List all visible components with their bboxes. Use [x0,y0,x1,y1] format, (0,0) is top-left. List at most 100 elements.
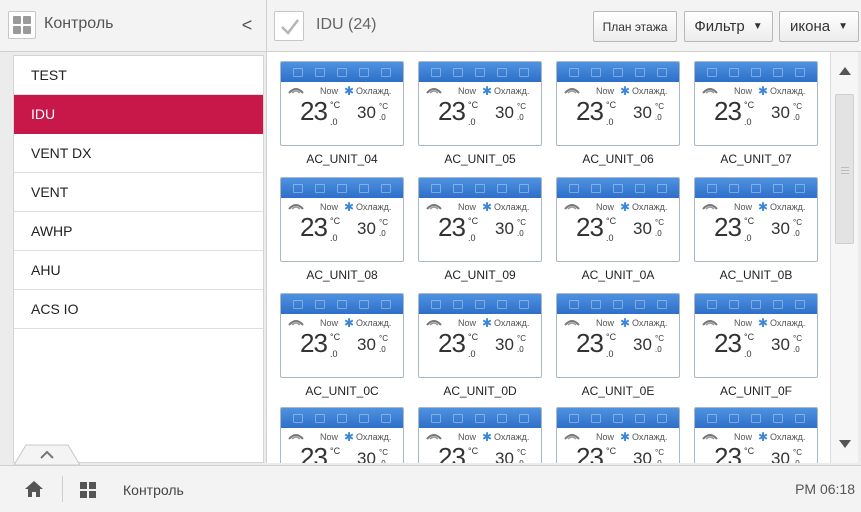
filter-label: Фильтр [694,18,745,35]
snowflake-icon: ✱ [758,430,769,444]
current-temp: 23 [300,328,328,358]
chevron-down-icon: ▼ [838,21,848,32]
now-label: Now [320,86,339,96]
unit-card[interactable]: Now ✱ Охлажд. 23 °C .0 30 °C .0 AC_UNIT_0A [556,177,680,282]
sidebar-item[interactable]: AHU [14,251,263,290]
scrollbar[interactable] [830,52,858,463]
unit-card[interactable]: Now✱Охлажд.23°C.030°C.0 [694,407,818,463]
sidebar-item[interactable]: ACS IO [14,290,263,329]
unit-panel[interactable]: Now✱Охлажд.23°C.030°C.0 [418,293,542,378]
current-temp: 23 [714,212,742,242]
grip-line [841,173,849,174]
home-icon[interactable] [24,480,44,498]
now-label: Now [458,86,477,96]
fan-icon [702,204,718,210]
unit-card[interactable]: Now ✱ Охлажд. 23 °C .0 30 °C .0 AC_UNIT_07 [694,61,818,166]
floor-plan-button[interactable]: План этажа [593,11,677,42]
snowflake-icon: ✱ [344,200,355,214]
unit-card[interactable]: Now ✱ Охлажд. 23 °C .0 30 °C .0 AC_UNIT_0B [694,177,818,282]
set-temp-unit: °C [379,102,388,111]
breadcrumb: Контроль [123,482,184,498]
unit-status-icons [281,408,403,428]
current-temp: 23 [438,442,466,463]
unit-panel[interactable]: Now✱Охлажд.23°C.030°C.0 [418,177,542,262]
unit-panel[interactable]: Now✱Охлажд.23°C.030°C.0 [556,61,680,146]
view-mode-dropdown[interactable]: икона ▼ [779,11,859,42]
fan-icon [564,320,580,326]
set-temp-unit: °C [793,334,802,343]
snowflake-icon: ✱ [482,200,493,214]
unit-card[interactable]: Now ✱ Охлажд. 23 °C .0 30 °C .0 AC_UNIT_08 [280,177,404,282]
unit-card[interactable]: Now ✱ Охлажд. 23 °C .0 30 °C .0 AC_UNIT_06 [556,61,680,166]
unit-card[interactable]: Now✱Охлажд.23°C.030°C.0 [280,407,404,463]
unit-panel[interactable]: Now✱Охлажд.23°C.030°C.0 [556,407,680,463]
unit-card[interactable]: Now ✱ Охлажд. 23 °C .0 30 °C .0 AC_UNIT_04 [280,61,404,166]
current-temp-unit: °C [468,100,479,110]
unit-panel[interactable]: Now✱Охлажд.23°C.030°C.0 [694,293,818,378]
scroll-up-button[interactable] [831,52,858,90]
unit-panel[interactable]: Now✱Охлажд.23°C.030°C.0 [556,293,680,378]
set-temp-unit: °C [655,334,664,343]
scroll-down-button[interactable] [831,425,858,463]
chevron-down-icon: ▼ [752,21,763,32]
collapse-sidebar-button[interactable]: < [236,12,258,38]
snowflake-icon: ✱ [620,84,631,98]
select-all-checkbox[interactable] [274,11,304,41]
unit-card[interactable]: Now✱Охлажд.23°C.030°C.0 [556,407,680,463]
current-temp-unit: °C [468,446,479,456]
scrollbar-thumb[interactable] [835,94,854,244]
current-temp: 23 [300,442,328,463]
set-temp-decimal: .0 [655,345,662,354]
set-temp-unit: °C [517,334,526,343]
unit-panel[interactable]: Now✱Охлажд.23°C.030°C.0 [418,407,542,463]
current-temp-decimal: .0 [330,349,338,359]
unit-panel[interactable]: Now✱Охлажд.23°C.030°C.0 [694,177,818,262]
unit-card[interactable]: Now ✱ Охлажд. 23 °C .0 30 °C .0 AC_UNIT_0C [280,293,404,398]
unit-panel[interactable]: Now✱Охлажд.23°C.030°C.0 [280,177,404,262]
sidebar-item[interactable]: VENT [14,173,263,212]
unit-panel[interactable]: Now✱Охлажд.23°C.030°C.0 [280,61,404,146]
now-label: Now [320,432,339,442]
unit-card[interactable]: Now ✱ Охлажд. 23 °C .0 30 °C .0 AC_UNIT_05 [418,61,542,166]
grip-line [841,170,849,171]
current-temp-decimal: .0 [606,117,614,127]
unit-status-icons [557,408,679,428]
grid-icon[interactable] [80,482,96,498]
now-label: Now [734,202,753,212]
unit-panel[interactable]: Now✱Охлажд.23°C.030°C.0 [418,61,542,146]
unit-panel[interactable]: Now✱Охлажд.23°C.030°C.0 [556,177,680,262]
chevron-up-icon [14,444,80,465]
snowflake-icon: ✱ [620,316,631,330]
current-temp: 23 [714,328,742,358]
unit-panel[interactable]: Now✱Охлажд.23°C.030°C.0 [280,293,404,378]
unit-card[interactable]: Now ✱ Охлажд. 23 °C .0 30 °C .0 AC_UNIT_0D [418,293,542,398]
set-temp-decimal: .0 [793,459,800,463]
current-temp: 23 [438,328,466,358]
sidebar-item[interactable]: VENT DX [14,134,263,173]
snowflake-icon: ✱ [482,84,493,98]
set-temp: 30 [357,219,376,238]
unit-panel[interactable]: Now✱Охлажд.23°C.030°C.0 [280,407,404,463]
sidebar-item[interactable]: TEST [14,56,263,95]
set-temp-decimal: .0 [655,459,662,463]
unit-name: AC_UNIT_0C [305,384,379,398]
set-temp-unit: °C [517,218,526,227]
unit-panel[interactable]: Now✱Охлажд.23°C.030°C.0 [694,61,818,146]
filter-dropdown[interactable]: Фильтр ▼ [684,11,773,42]
unit-name: AC_UNIT_04 [306,152,378,166]
unit-card[interactable]: Now✱Охлажд.23°C.030°C.0 [418,407,542,463]
fan-icon [288,320,304,326]
unit-name: AC_UNIT_09 [444,268,516,282]
expand-up-button[interactable] [14,443,80,465]
unit-card[interactable]: Now ✱ Охлажд. 23 °C .0 30 °C .0 AC_UNIT_0E [556,293,680,398]
current-temp-unit: °C [330,216,341,226]
unit-card[interactable]: Now ✱ Охлажд. 23 °C .0 30 °C .0 AC_UNIT_09 [418,177,542,282]
current-temp: 23 [576,212,604,242]
set-temp-unit: °C [517,102,526,111]
unit-panel[interactable]: Now✱Охлажд.23°C.030°C.0 [694,407,818,463]
menu-grid-button[interactable] [8,11,36,39]
unit-card[interactable]: Now ✱ Охлажд. 23 °C .0 30 °C .0 AC_UNIT_0F [694,293,818,398]
sidebar-item[interactable]: AWHP [14,212,263,251]
sidebar-item[interactable]: IDU [14,95,263,134]
current-temp-unit: °C [330,100,341,110]
